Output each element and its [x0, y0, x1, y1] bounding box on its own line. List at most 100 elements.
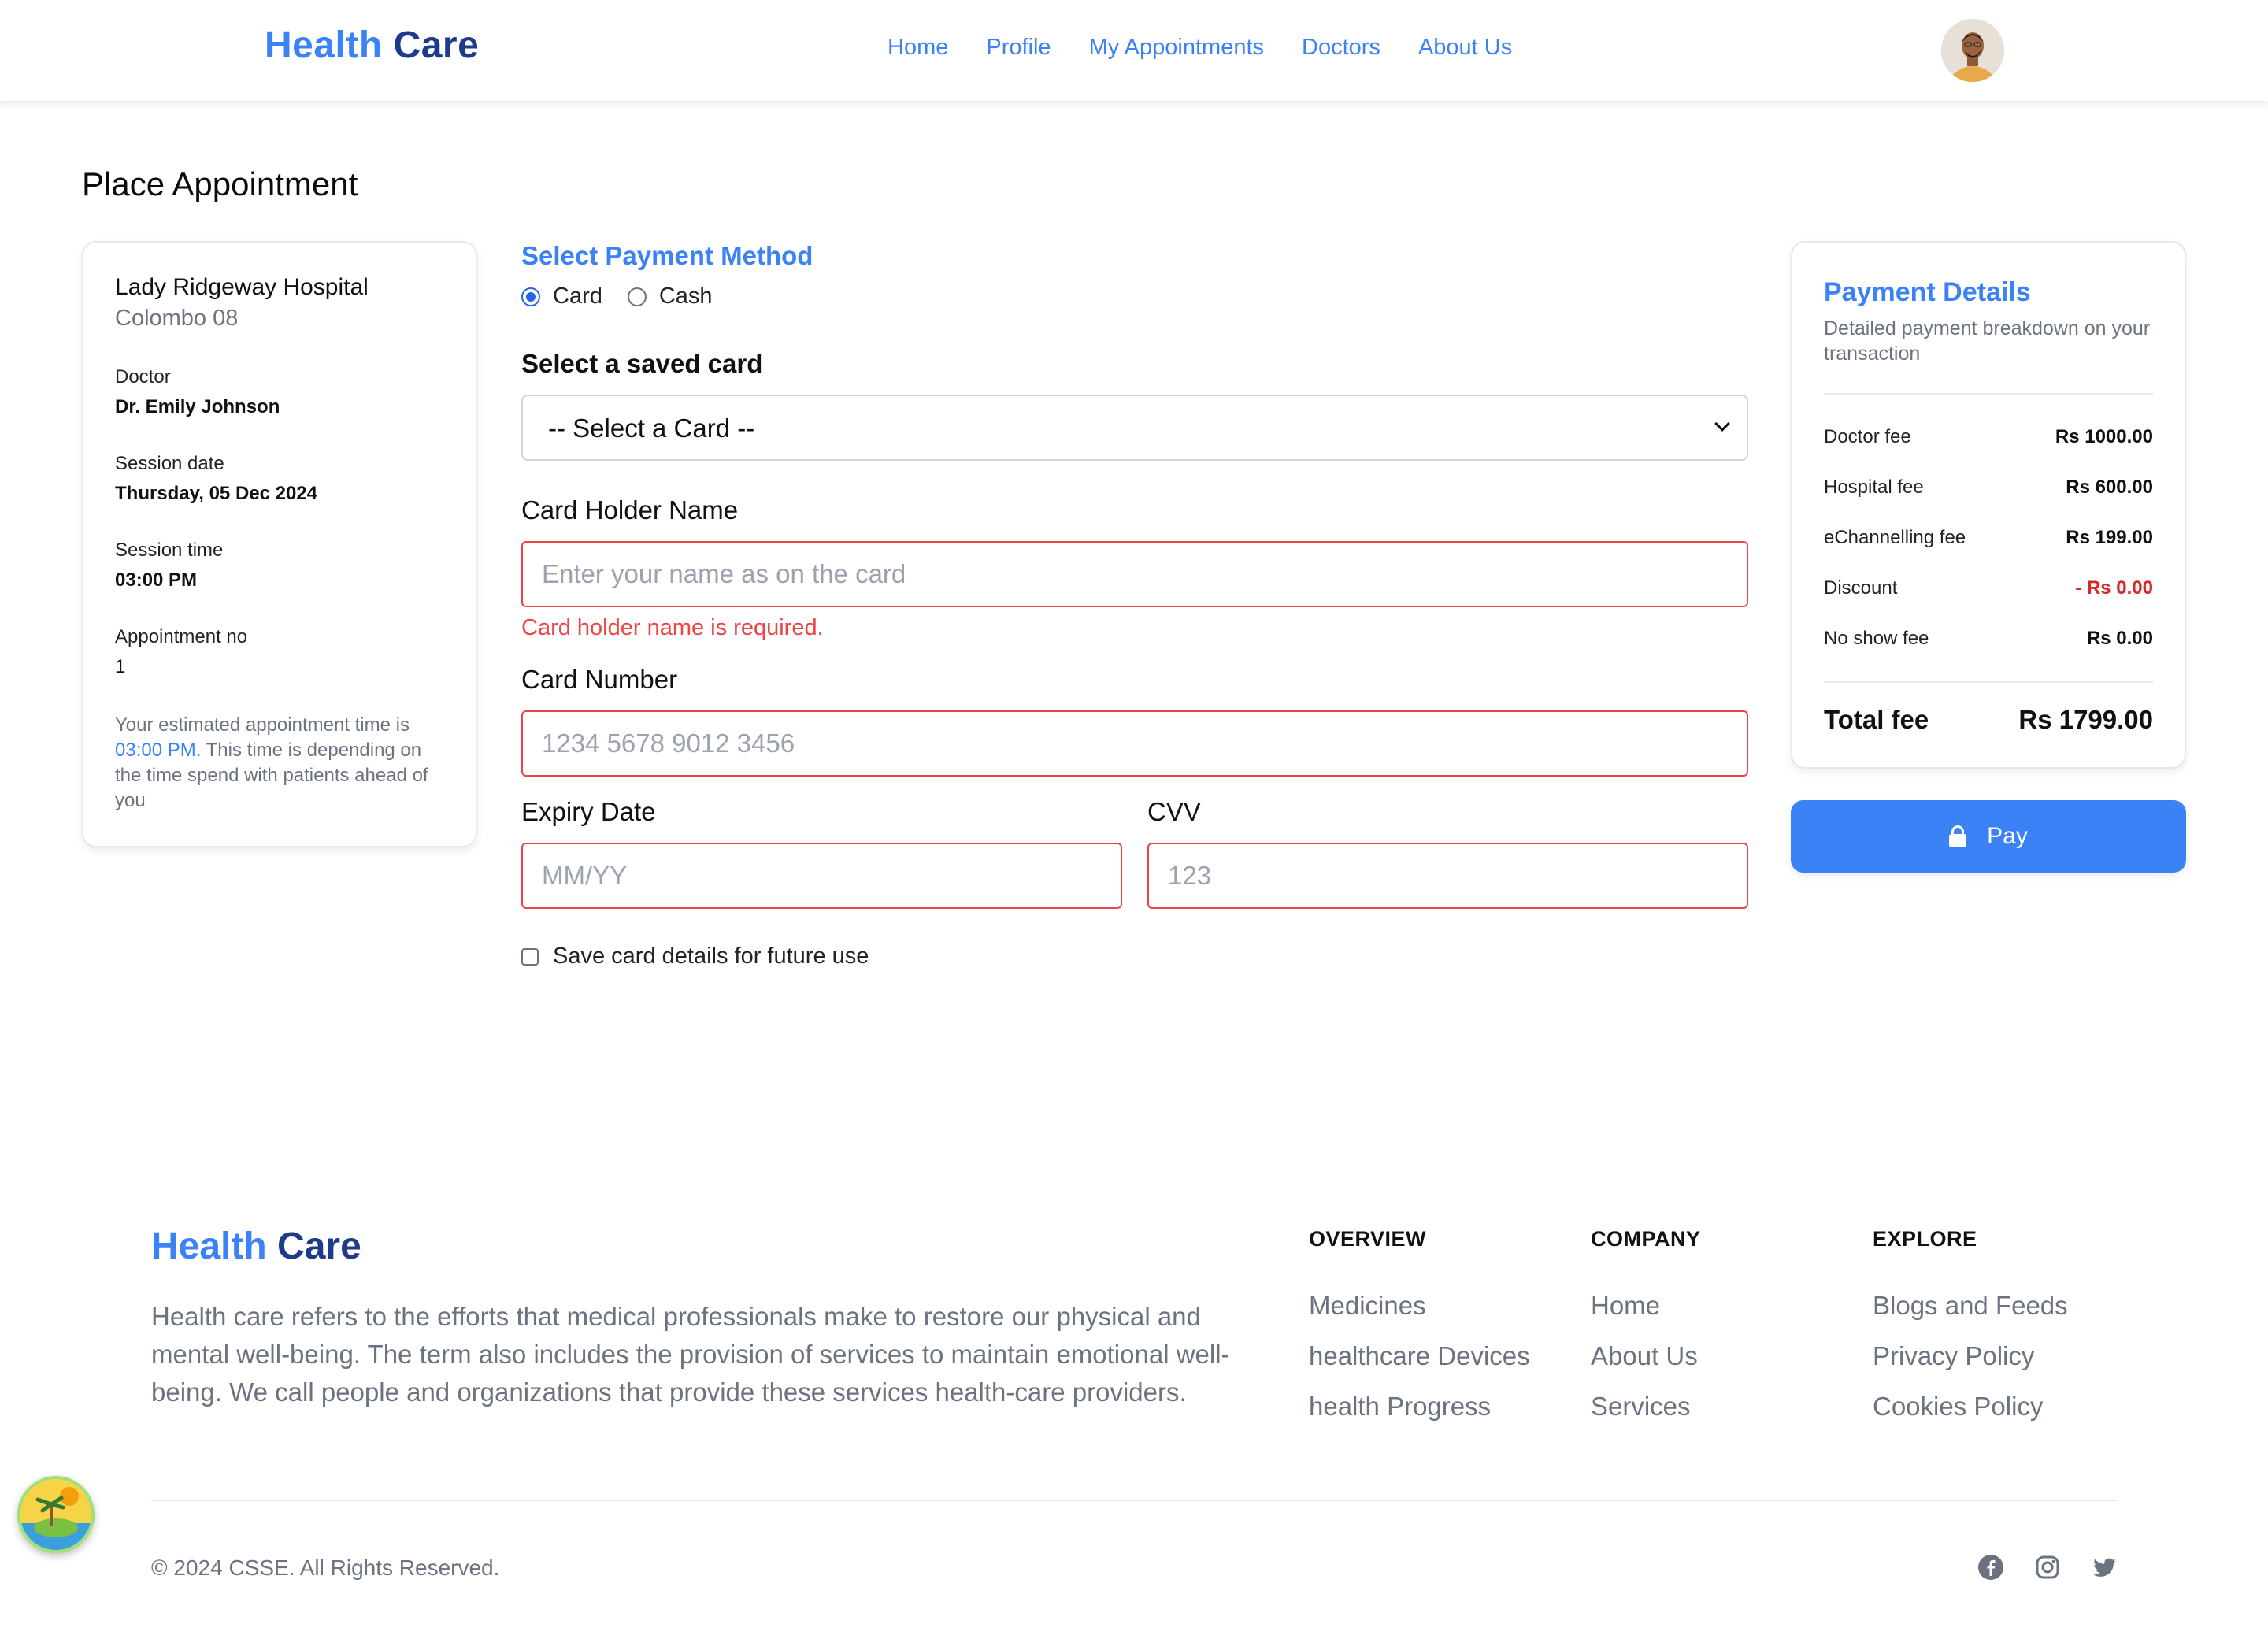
hospital-location: Colombo 08	[115, 306, 239, 331]
footer-link[interactable]: health Progress	[1309, 1392, 1530, 1442]
estimated-time-note: Your estimated appointment time is 03:00…	[115, 713, 444, 814]
expiry-label: Expiry Date	[521, 797, 656, 826]
divider	[1824, 393, 2153, 395]
footer-link[interactable]: Cookies Policy	[1873, 1392, 2068, 1442]
top-header: Health Care Home Profile My Appointments…	[0, 0, 2268, 101]
hospital-name: Lady Ridgeway Hospital	[115, 274, 369, 300]
cvv-input[interactable]	[1147, 843, 1748, 909]
footer-link[interactable]: Privacy Policy	[1873, 1341, 2068, 1392]
payment-details-card: Payment Details Detailed payment breakdo…	[1791, 241, 2186, 769]
fee-name: No show fee	[1824, 628, 1929, 649]
nav-my-appointments[interactable]: My Appointments	[1089, 35, 1264, 61]
saved-card-value: -- Select a Card --	[548, 413, 755, 443]
note-time: 03:00 PM	[115, 740, 196, 761]
doctor-name: Dr. Emily Johnson	[115, 396, 280, 417]
logo-health: Health	[265, 24, 383, 66]
footer-description: Health care refers to the efforts that m…	[151, 1302, 1230, 1407]
footer-link[interactable]: Medicines	[1309, 1291, 1530, 1341]
footer-divider	[151, 1500, 2117, 1501]
appointment-no-label: Appointment no	[115, 626, 248, 647]
holder-name-label: Card Holder Name	[521, 495, 739, 525]
cash-radio[interactable]	[627, 287, 647, 306]
pay-button-label: Pay	[1987, 823, 2028, 849]
twitter-icon[interactable]	[2090, 1553, 2118, 1581]
fee-row-hospital: Hospital fee Rs 600.00	[1824, 462, 2153, 513]
payment-method-radios: Card Cash	[521, 284, 1748, 310]
fee-value: Rs 0.00	[2086, 628, 2153, 649]
facebook-icon[interactable]	[1977, 1553, 2005, 1581]
fee-row-doctor: Doctor fee Rs 1000.00	[1824, 412, 2153, 462]
nav-profile[interactable]: Profile	[986, 35, 1051, 61]
save-card-checkbox[interactable]	[521, 947, 539, 966]
expiry-cvv-row: Expiry Date CVV	[521, 797, 1748, 909]
saved-card-select[interactable]: -- Select a Card --	[521, 395, 1748, 461]
save-card-label: Save card details for future use	[553, 944, 869, 969]
footer-link[interactable]: Blogs and Feeds	[1873, 1291, 2068, 1341]
session-date-label: Session date	[115, 453, 224, 474]
nav-home[interactable]: Home	[888, 35, 948, 61]
appointment-info-card: Lady Ridgeway Hospital Colombo 08 Doctor…	[82, 241, 477, 847]
card-radio-label: Card	[553, 284, 602, 309]
main-nav: Home Profile My Appointments Doctors Abo…	[888, 35, 1512, 61]
floating-widget-icon[interactable]	[17, 1476, 94, 1553]
user-avatar-icon	[1941, 19, 2004, 82]
card-number-label: Card Number	[521, 665, 678, 694]
fee-name: Hospital fee	[1824, 476, 1924, 498]
session-time-label: Session time	[115, 539, 224, 561]
pay-button[interactable]: Pay	[1791, 800, 2186, 873]
footer-logo[interactable]: Health Care	[151, 1225, 361, 1268]
footer-logo-health: Health	[151, 1225, 267, 1267]
total-value: Rs 1799.00	[2018, 705, 2153, 734]
session-time: 03:00 PM	[115, 569, 198, 591]
holder-name-input[interactable]	[521, 541, 1748, 607]
nav-about-us[interactable]: About Us	[1418, 35, 1512, 61]
total-label: Total fee	[1824, 705, 1929, 734]
footer-col-title: OVERVIEW	[1309, 1227, 1427, 1251]
instagram-icon[interactable]	[2033, 1553, 2062, 1581]
payment-method-title: Select Payment Method	[521, 241, 813, 270]
note-text-1: Your estimated appointment time is	[115, 714, 410, 736]
fee-name: Discount	[1824, 577, 1898, 599]
doctor-label: Doctor	[115, 366, 171, 387]
payment-form: Select Payment Method Card Cash Select a…	[521, 241, 1748, 970]
brand-logo[interactable]: Health Care	[265, 24, 479, 67]
chevron-down-icon	[1714, 416, 1730, 432]
footer-logo-care: Care	[277, 1225, 361, 1267]
lock-icon	[1949, 825, 1967, 847]
social-links	[1977, 1553, 2118, 1581]
payment-details-title: Payment Details	[1824, 277, 2031, 307]
fee-row-echannelling: eChannelling fee Rs 199.00	[1824, 513, 2153, 563]
footer-link[interactable]: healthcare Devices	[1309, 1341, 1530, 1392]
payment-details-subtitle: Detailed payment breakdown on your trans…	[1824, 317, 2151, 365]
method-cash-option[interactable]: Cash	[627, 284, 713, 310]
footer-col-title: EXPLORE	[1873, 1227, 1977, 1251]
method-card-option[interactable]: Card	[521, 284, 602, 310]
expiry-input[interactable]	[521, 843, 1122, 909]
fee-row-no-show: No show fee Rs 0.00	[1824, 614, 2153, 664]
card-number-input[interactable]	[521, 710, 1748, 777]
divider	[1824, 681, 2153, 683]
logo-care: Care	[393, 24, 480, 66]
footer-col-company: COMPANY Home About Us Services	[1591, 1227, 1701, 1442]
footer-link[interactable]: About Us	[1591, 1341, 1701, 1392]
footer-col-overview: OVERVIEW Medicines healthcare Devices he…	[1309, 1227, 1530, 1442]
footer-col-explore: EXPLORE Blogs and Feeds Privacy Policy C…	[1873, 1227, 2068, 1442]
fee-value: - Rs 0.00	[2075, 577, 2153, 599]
fee-value: Rs 1000.00	[2055, 426, 2153, 447]
cash-radio-label: Cash	[658, 284, 713, 309]
fee-value: Rs 199.00	[2066, 527, 2153, 548]
cvv-label: CVV	[1147, 797, 1201, 826]
footer-link[interactable]: Home	[1591, 1291, 1701, 1341]
holder-name-error: Card holder name is required.	[521, 615, 824, 640]
nav-doctors[interactable]: Doctors	[1302, 35, 1380, 61]
fee-value: Rs 600.00	[2066, 476, 2153, 498]
island-icon	[20, 1479, 91, 1550]
page-title: Place Appointment	[82, 165, 358, 202]
fee-name: Doctor fee	[1824, 426, 1911, 447]
card-radio[interactable]	[521, 287, 540, 306]
session-date: Thursday, 05 Dec 2024	[115, 483, 318, 504]
saved-card-label: Select a saved card	[521, 349, 763, 378]
save-card-option[interactable]: Save card details for future use	[521, 944, 1748, 970]
footer-link[interactable]: Services	[1591, 1392, 1701, 1442]
user-avatar[interactable]	[1941, 19, 2004, 82]
